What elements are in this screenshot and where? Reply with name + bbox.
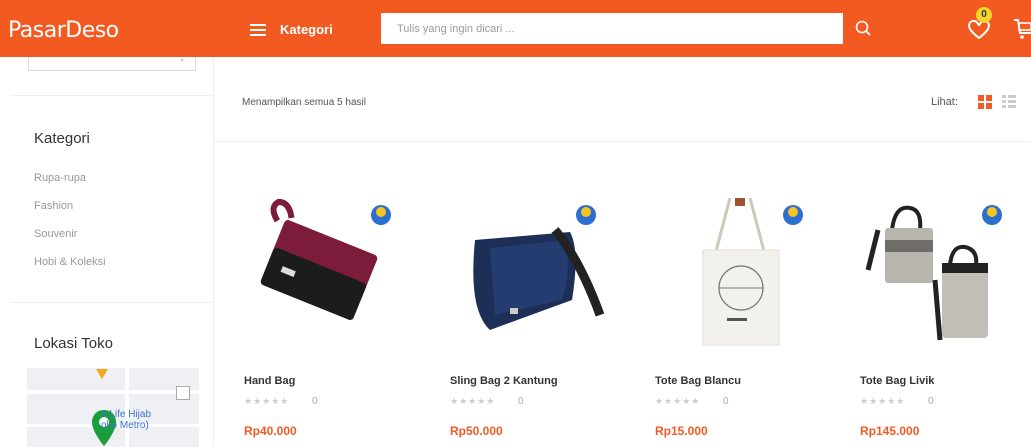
product-price: Rp50.000 [450,424,503,438]
store-logo-icon [982,205,1002,225]
map-place-label-line1: e Life Hijab [101,409,152,420]
view-label: Lihat: [931,96,958,108]
star-rating: ★★★★★ [450,396,496,406]
product-name[interactable]: Sling Bag 2 Kantung [450,375,558,387]
product-card[interactable]: Hand Bag ★★★★★ 0 Rp40.000 [244,190,414,447]
list-view-icon[interactable] [1002,95,1016,109]
star-rating: ★★★★★ [244,396,290,406]
product-image[interactable] [655,190,825,355]
rating-count: 0 [312,396,318,407]
category-item-souvenir[interactable]: Souvenir [34,227,106,255]
category-item-fashion[interactable]: Fashion [34,199,106,227]
map-place-label: e Life Hijab oko Metro) [101,409,151,431]
store-location-map[interactable]: e Life Hijab oko Metro) [27,368,199,447]
product-price: Rp40.000 [244,424,297,438]
store-logo-icon [576,205,596,225]
category-list: Rupa-rupa Fashion Souvenir Hobi & Koleks… [34,171,106,283]
category-item-rupa-rupa[interactable]: Rupa-rupa [34,171,106,199]
sidebar-divider [10,302,214,303]
map-marker-icon [96,369,108,379]
product-name[interactable]: Hand Bag [244,375,295,387]
product-image[interactable] [450,190,620,355]
map-road [125,368,129,447]
category-menu-label: Kategori [280,22,333,37]
product-price: Rp145.000 [860,424,920,438]
rating-count: 0 [518,396,524,407]
category-menu-button[interactable]: Kategori [250,22,333,37]
site-logo[interactable]: PasarDeso [8,18,119,43]
toolbar-divider [214,141,1031,142]
search-icon [855,20,871,36]
map-place-label-line2: oko Metro) [101,420,149,431]
star-rating: ★★★★★ [655,396,701,406]
product-card[interactable]: Tote Bag Blancu ★★★★★ 0 Rp15.000 [655,190,825,447]
fullscreen-icon[interactable] [176,386,190,400]
wishlist-count-badge: 0 [976,7,992,23]
grid-view-icon[interactable] [978,95,992,109]
store-logo-icon [371,205,391,225]
product-name[interactable]: Tote Bag Livik [860,375,934,387]
search-button[interactable] [842,13,884,44]
category-item-hobi-koleksi[interactable]: Hobi & Koleksi [34,255,106,283]
top-header: PasarDeso Kategori 0 [0,0,1031,57]
product-name[interactable]: Tote Bag Blancu [655,375,741,387]
sidebar: Kategori Rupa-rupa Fashion Souvenir Hobi… [0,57,214,447]
sidebar-divider [10,95,214,96]
store-location-heading: Lokasi Toko [34,335,113,352]
result-count-text: Menampilkan semua 5 hasil [242,97,366,108]
sidebar-select-dropdown[interactable] [28,57,196,71]
product-card[interactable]: Sling Bag 2 Kantung ★★★★★ 0 Rp50.000 [450,190,620,447]
hamburger-icon [250,23,266,36]
product-card[interactable]: Tote Bag Livik ★★★★★ 0 Rp145.000 [860,190,1030,447]
rating-count: 0 [723,396,729,407]
search-input[interactable] [381,13,843,44]
product-price: Rp15.000 [655,424,708,438]
product-image[interactable] [244,190,414,355]
search-bar [380,12,885,45]
store-logo-icon [783,205,803,225]
rating-count: 0 [928,396,934,407]
star-rating: ★★★★★ [860,396,906,406]
product-image[interactable] [860,190,1030,355]
map-road [27,390,199,394]
category-heading: Kategori [34,130,90,147]
cart-icon[interactable] [1013,15,1031,41]
